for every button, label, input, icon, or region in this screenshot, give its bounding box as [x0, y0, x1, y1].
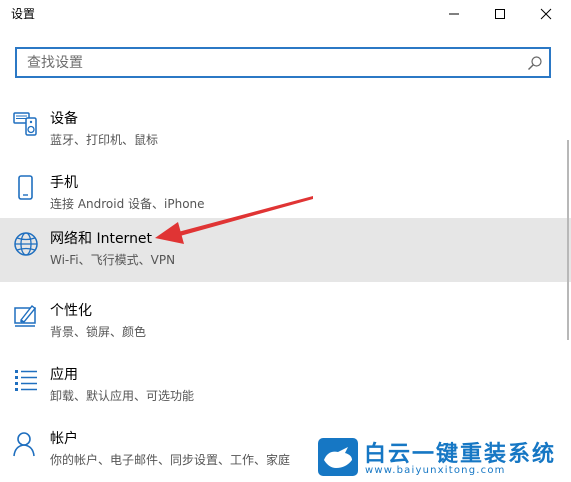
settings-item-title: 帐户 [50, 431, 78, 447]
title-bar: 设置 [0, 0, 571, 28]
minimize-icon [449, 13, 459, 15]
personalization-icon [12, 302, 40, 330]
phone-icon [12, 174, 40, 202]
settings-item-network[interactable]: 网络和 Internet Wi-Fi、飞行模式、VPN [0, 218, 571, 282]
settings-item-description: 背景、锁屏、颜色 [50, 325, 147, 339]
watermark-title: 白云一键重装系统 [364, 442, 557, 467]
search-input[interactable] [17, 49, 507, 76]
settings-item-devices[interactable]: 设备 蓝牙、打印机、鼠标 [0, 98, 571, 162]
settings-item-description: 蓝牙、打印机、鼠标 [50, 133, 159, 147]
scrollbar[interactable] [567, 140, 569, 340]
settings-item-apps[interactable]: 应用 卸载、默认应用、可选功能 [0, 354, 571, 418]
apps-icon [12, 366, 40, 394]
settings-item-description: 卸载、默认应用、可选功能 [50, 389, 195, 403]
window-title: 设置 [11, 7, 36, 21]
close-icon [540, 8, 552, 20]
bird-logo-icon [318, 438, 358, 476]
settings-item-title: 设备 [50, 111, 78, 127]
settings-item-personalization[interactable]: 个性化 背景、锁屏、颜色 [0, 290, 571, 354]
close-button[interactable] [523, 0, 569, 28]
search-icon[interactable] [527, 55, 543, 71]
settings-item-title: 网络和 Internet [50, 231, 153, 247]
account-icon [12, 430, 40, 458]
settings-item-description: 连接 Android 设备、iPhone [50, 197, 205, 211]
settings-item-phone[interactable]: 手机 连接 Android 设备、iPhone [0, 162, 571, 226]
settings-item-title: 个性化 [50, 303, 92, 319]
settings-item-title: 手机 [50, 175, 78, 191]
devices-icon [12, 110, 40, 138]
settings-item-description: 你的帐户、电子邮件、同步设置、工作、家庭 [50, 453, 291, 467]
settings-item-title: 应用 [50, 367, 78, 383]
globe-icon [12, 230, 40, 258]
watermark-url: www.baiyunxitong.com [365, 465, 506, 476]
watermark: 白云一键重装系统 www.baiyunxitong.com [318, 436, 568, 480]
maximize-button[interactable] [477, 0, 523, 28]
search-box[interactable] [15, 47, 551, 78]
maximize-icon [495, 9, 505, 19]
minimize-button[interactable] [431, 0, 477, 28]
settings-item-description: Wi-Fi、飞行模式、VPN [50, 253, 176, 267]
